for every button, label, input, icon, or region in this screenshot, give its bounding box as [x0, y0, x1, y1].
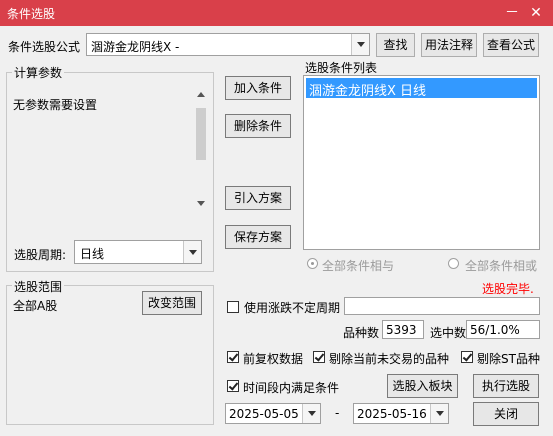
selected-label: 选中数 [430, 326, 467, 340]
range-group-title: 选股范围 [12, 278, 65, 295]
exclude-no-trade-label: 剔除当前未交易的品种 [329, 352, 450, 366]
chevron-down-icon [302, 404, 320, 423]
time-range-checkbox[interactable] [227, 380, 239, 392]
scroll-thumb[interactable] [196, 108, 206, 160]
minimize-button[interactable]: － [503, 3, 521, 23]
end-date-picker[interactable]: 2025-05-16 [353, 403, 449, 424]
status-text: 选股完毕. [482, 282, 534, 296]
pre-adjust-checkbox[interactable] [227, 351, 239, 363]
start-date-value: 2025-05-05 [229, 407, 299, 421]
import-plan-button[interactable]: 引入方案 [225, 186, 291, 210]
pre-adjust-label: 前复权数据 [243, 352, 304, 366]
logic-or-label: 全部条件相或 [465, 259, 538, 273]
start-date-picker[interactable]: 2025-05-05 [225, 403, 321, 424]
varieties-value-box: 5393 [382, 320, 424, 339]
logic-or-radio[interactable] [448, 258, 459, 269]
add-condition-button[interactable]: 加入条件 [225, 76, 291, 100]
condition-list[interactable]: 涸游金龙阴线X 日线 [303, 75, 540, 250]
selected-value: 56/1.0% [470, 323, 520, 337]
scroll-down-icon[interactable] [197, 201, 205, 206]
formula-label: 条件选股公式 [8, 40, 81, 54]
range-value: 全部A股 [13, 299, 58, 313]
delete-condition-button[interactable]: 删除条件 [225, 114, 291, 138]
execute-selection-button[interactable]: 执行选股 [473, 374, 539, 398]
varieties-label: 品种数 [343, 326, 380, 340]
formula-select-value: 涸游金龙阴线X - [91, 40, 180, 54]
uncertain-period-checkbox[interactable] [227, 301, 239, 313]
usage-notes-button[interactable]: 用法注释 [421, 33, 477, 57]
window-title: 条件选股 [7, 7, 56, 21]
change-range-button[interactable]: 改变范围 [142, 291, 202, 315]
exclude-no-trade-checkbox[interactable] [313, 351, 325, 363]
select-to-block-button[interactable]: 选股入板块 [387, 374, 458, 398]
period-select-value: 日线 [80, 247, 105, 261]
find-button[interactable]: 查找 [376, 33, 415, 57]
save-plan-button[interactable]: 保存方案 [225, 225, 291, 249]
end-date-value: 2025-05-16 [357, 407, 427, 421]
uncertain-period-label: 使用涨跌不定周期 [244, 301, 341, 315]
varieties-value: 5393 [386, 323, 417, 337]
view-formula-button[interactable]: 查看公式 [483, 33, 539, 57]
selected-value-box: 56/1.0% [466, 320, 540, 339]
logic-and-label: 全部条件相与 [322, 259, 395, 273]
params-group-title: 计算参数 [12, 64, 65, 81]
params-message: 无参数需要设置 [13, 98, 98, 112]
formula-select[interactable]: 涸游金龙阴线X - [86, 33, 370, 56]
title-bar [0, 0, 553, 26]
chevron-down-icon [351, 34, 369, 55]
condition-list-item[interactable]: 涸游金龙阴线X 日线 [306, 78, 537, 99]
exclude-st-label: 剔除ST品种 [477, 352, 540, 366]
date-separator: - [335, 406, 340, 420]
logic-and-radio[interactable] [307, 258, 318, 269]
close-button[interactable]: 关闭 [473, 402, 539, 426]
period-select[interactable]: 日线 [74, 240, 202, 264]
uncertain-period-input[interactable] [344, 297, 540, 315]
time-range-label: 时间段内满足条件 [243, 381, 340, 395]
exclude-st-checkbox[interactable] [461, 351, 473, 363]
params-scrollbar[interactable] [193, 86, 209, 212]
condition-list-title: 选股条件列表 [305, 61, 378, 75]
chevron-down-icon [183, 241, 201, 263]
chevron-down-icon [430, 404, 448, 423]
close-window-button[interactable]: ✕ [527, 3, 545, 23]
scroll-up-icon[interactable] [197, 92, 205, 97]
period-label: 选股周期: [14, 248, 67, 262]
condition-list-item-label: 涸游金龙阴线X 日线 [309, 84, 427, 99]
